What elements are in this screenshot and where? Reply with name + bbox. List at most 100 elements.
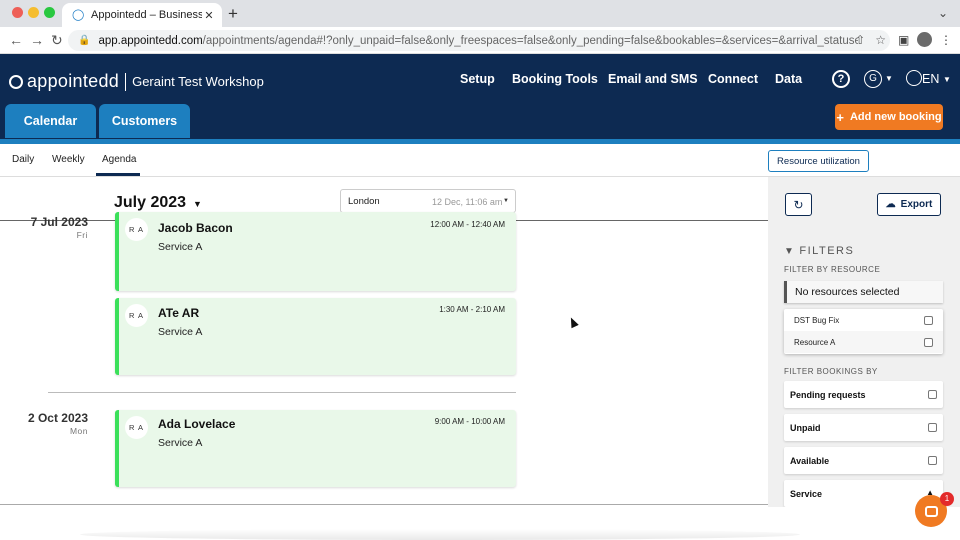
filter-service-label: Service [790,488,823,499]
business-name: Geraint Test Workshop [132,74,264,89]
nav-connect[interactable]: Connect [708,72,758,86]
active-view-indicator [96,173,140,176]
back-arrow-icon[interactable]: ← [9,32,23,48]
booking-time: 12:00 AM - 12:40 AM [430,220,505,229]
nav-booking-tools[interactable]: Booking Tools [512,72,598,86]
app-header: appointedd Geraint Test Workshop Setup B… [0,54,960,139]
maximize-window-button[interactable] [44,7,55,18]
booking-service: Service A [158,241,203,253]
sidebar-panel-icon[interactable]: ▣ [898,33,909,47]
calendar-view-switcher: Daily Weekly Agenda Resource utilization [0,144,960,177]
month-selector[interactable]: July 2023 [114,194,186,212]
forward-arrow-icon[interactable]: → [30,32,44,48]
url-text: app.appointedd.com/appointments/agenda#!… [98,35,858,47]
timezone-caret-icon: ▼ [503,198,509,204]
resource-initials-avatar: R A [125,218,148,241]
filter-bookings-by-label: FILTER BOOKINGS BY [784,367,878,376]
resource-dropdown-list: DST Bug Fix Resource A [784,309,943,354]
browser-tab-strip: ◯ Appointedd – Business Manag ✕ + ⌄ [0,0,960,27]
close-window-button[interactable] [12,7,23,18]
export-label: Export [900,199,933,210]
add-new-booking-label: Add new booking [849,111,942,123]
booking-customer-name: Ada Lovelace [158,417,236,431]
share-icon[interactable]: ⇧ [855,33,865,47]
agenda-date-group: 2 Oct 2023 Mon [28,411,88,436]
lock-icon: 🔒 [78,35,91,46]
chat-unread-badge: 1 [940,492,954,506]
booking-customer-name: Jacob Bacon [158,221,233,235]
agenda-date: 2 Oct 2023 [27,411,88,425]
page-bottom-shadow [80,529,800,540]
resource-option[interactable]: Resource A [784,331,943,353]
agenda-day-of-week: Fri [76,230,88,240]
resource-option-label: Resource A [794,337,836,347]
reload-icon[interactable]: ↻ [51,32,63,49]
filter-pending-requests-checkbox[interactable] [928,390,937,399]
filter-unpaid-label: Unpaid [790,422,821,433]
booking-card[interactable]: R A Ada Lovelace Service A 9:00 AM - 10:… [115,410,516,487]
resource-utilization-button[interactable]: Resource utilization [768,150,869,172]
filter-available-checkbox[interactable] [928,456,937,465]
filter-available[interactable]: Available [784,447,943,474]
view-weekly[interactable]: Weekly [52,154,85,165]
logo-text: appointedd [27,71,120,91]
timezone-select[interactable]: London 12 Dec, 11:06 am ▼ [340,189,516,213]
booking-customer-name: ATe AR [158,306,200,320]
agenda-day-of-week: Mon [69,426,88,436]
agenda-panel: July 2023 ▼ London 12 Dec, 11:06 am ▼ 7 … [0,177,768,505]
bookmark-star-icon[interactable]: ☆ [875,33,886,47]
new-tab-icon[interactable]: + [228,4,238,24]
booking-service: Service A [158,437,203,449]
address-bar-row: ← → ↻ 🔒 app.appointedd.com/appointments/… [0,27,960,54]
resource-option[interactable]: DST Bug Fix [784,309,943,331]
user-menu-caret-icon[interactable]: ▼ [885,74,893,83]
language-selector[interactable]: EN [922,72,939,86]
refresh-icon: ↻ [793,197,804,212]
filter-pending-requests[interactable]: Pending requests [784,381,943,408]
booking-card[interactable]: R A Jacob Bacon Service A 12:00 AM - 12:… [115,212,516,291]
globe-icon[interactable] [906,70,922,86]
browser-menu-icon[interactable]: ⋮ [940,33,952,47]
filters-sidebar: ↻ ☁ Export ▼ FILTERS FILTER BY RESOURCE … [768,177,960,507]
minimize-window-button[interactable] [28,7,39,18]
filter-unpaid-checkbox[interactable] [928,423,937,432]
nav-data[interactable]: Data [775,72,802,86]
month-caret-icon[interactable]: ▼ [193,199,202,209]
filters-heading: ▼ FILTERS [784,245,854,257]
resource-select[interactable]: No resources selected [784,281,943,303]
export-button[interactable]: ☁ Export [877,193,941,216]
app-logo[interactable]: appointedd Geraint Test Workshop [9,71,264,92]
filter-available-label: Available [790,455,830,466]
tab-customers[interactable]: Customers [99,104,190,138]
help-icon[interactable]: ? [832,70,850,88]
date-group-divider [48,392,516,393]
user-account-icon[interactable]: G [864,70,882,88]
browser-tab[interactable]: ◯ Appointedd – Business Manag ✕ [62,3,222,27]
url-path: /appointments/agenda#!?only_unpaid=false… [202,34,859,47]
refresh-button[interactable]: ↻ [785,193,812,216]
filter-pending-requests-label: Pending requests [790,389,866,400]
url-field[interactable]: 🔒 app.appointedd.com/appointments/agenda… [68,30,890,51]
url-host: app.appointedd.com [98,34,203,47]
add-new-booking-button[interactable]: + Add new booking [835,104,943,130]
tab-search-chevron-icon[interactable]: ⌄ [938,6,948,20]
view-agenda[interactable]: Agenda [102,154,136,165]
filter-by-resource-label: FILTER BY RESOURCE [784,265,881,274]
resource-option-checkbox[interactable] [924,316,933,325]
tab-calendar[interactable]: Calendar [5,104,96,138]
filters-title: FILTERS [799,245,855,257]
browser-profile-avatar[interactable] [917,32,932,47]
plus-icon: + [836,109,844,125]
chat-icon [924,505,938,517]
resource-option-checkbox[interactable] [924,338,933,347]
filter-unpaid[interactable]: Unpaid [784,414,943,441]
booking-card[interactable]: R A ATe AR Service A 1:30 AM - 2:10 AM [115,298,516,375]
close-tab-icon[interactable]: ✕ [202,9,216,22]
nav-email-sms[interactable]: Email and SMS [608,72,698,86]
nav-setup[interactable]: Setup [460,72,495,86]
language-caret-icon[interactable]: ▼ [943,75,951,84]
agenda-date-group: 7 Jul 2023 Fri [31,215,88,240]
appointedd-favicon-icon: ◯ [72,9,85,21]
view-daily[interactable]: Daily [12,154,34,165]
filter-funnel-icon: ▼ [784,245,796,257]
